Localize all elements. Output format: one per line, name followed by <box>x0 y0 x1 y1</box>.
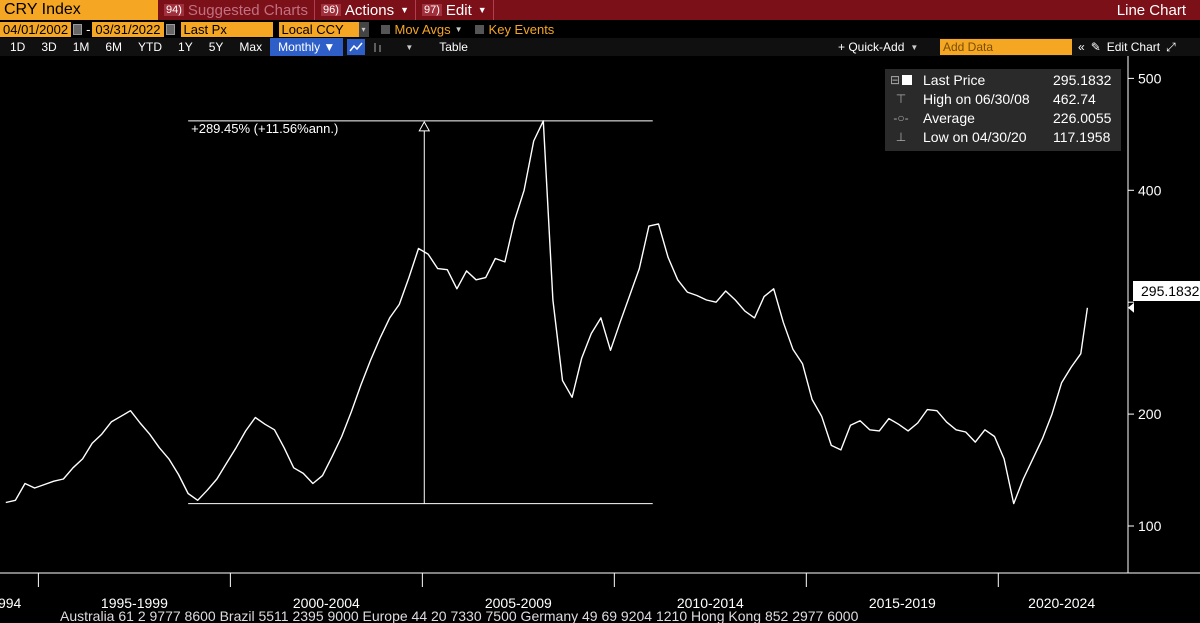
end-date-field[interactable]: 03/31/2022 <box>92 21 164 37</box>
edit-chart-button[interactable]: Edit Chart <box>1107 40 1160 54</box>
period-1m[interactable]: 1M <box>65 38 98 56</box>
period-1d[interactable]: 1D <box>2 38 33 56</box>
mov-avgs-label: Mov Avgs <box>394 21 451 37</box>
legend-low-value: 117.1958 <box>1053 128 1111 145</box>
price-series-line <box>5 120 1089 505</box>
field-select[interactable]: Last Px <box>180 21 273 37</box>
chart-type-title: Line Chart <box>1116 1 1186 19</box>
annotation-arrow-icon <box>418 120 431 132</box>
legend-average-icon: -○- <box>893 110 909 125</box>
last-price-tag: 295.1832 <box>1133 281 1200 301</box>
line-chart-icon[interactable] <box>347 39 366 55</box>
start-calendar-icon[interactable] <box>73 23 83 35</box>
mov-avgs-checkbox[interactable] <box>380 24 390 34</box>
period-1y[interactable]: 1Y <box>170 38 201 56</box>
table-button[interactable]: Table <box>431 38 476 56</box>
chart-style-caret-icon[interactable]: ▼ <box>405 43 413 52</box>
period-max[interactable]: Max <box>231 38 270 56</box>
legend-average-value: 226.0055 <box>1053 109 1112 126</box>
ticker-field[interactable]: CRY Index <box>0 0 158 20</box>
quick-add-caret-icon: ▼ <box>910 42 919 52</box>
y-tick-label-400: 400 <box>1138 182 1162 198</box>
currency-select[interactable]: Local CCY <box>278 21 359 37</box>
date-separator: - <box>86 21 91 37</box>
y-tick-label-200: 200 <box>1138 406 1162 422</box>
period-ytd[interactable]: YTD <box>130 38 170 56</box>
mov-avgs-caret-icon[interactable]: ▼ <box>455 25 463 34</box>
legend-last-price-value: 295.1832 <box>1053 71 1112 88</box>
end-calendar-icon[interactable] <box>165 23 175 35</box>
x-tick-label-0: 1994 <box>0 595 22 611</box>
legend-low-icon: ⊥ <box>895 129 907 144</box>
quick-add-label: + Quick-Add <box>838 40 905 54</box>
period-5y[interactable]: 5Y <box>201 38 232 56</box>
frequency-select[interactable]: Monthly ▼ <box>270 38 344 56</box>
annotation-label: +289.45% (+11.56%ann.) <box>191 121 338 136</box>
bar-chart-icon[interactable] <box>369 39 387 55</box>
legend-row-high: ⊤ High on 06/30/08 462.74 <box>885 89 1121 108</box>
legend-last-price-icon: ⊟ <box>885 73 917 87</box>
currency-dropdown-icon[interactable]: ▾ <box>358 21 369 37</box>
actions-label: Actions <box>344 1 395 19</box>
legend-row-low: ⊥ Low on 04/30/20 117.1958 <box>885 127 1121 146</box>
legend-row-average: -○- Average 226.0055 <box>885 108 1121 127</box>
legend-low-label: Low on 04/30/20 <box>923 128 1027 145</box>
key-events-checkbox[interactable] <box>474 24 484 34</box>
actions-number: 96) <box>320 4 341 16</box>
last-price-arrow <box>1128 302 1134 313</box>
actions-menu-button[interactable]: 96) Actions ▼ <box>315 0 417 20</box>
legend-average-label: Average <box>923 109 975 126</box>
actions-caret-icon: ▼ <box>400 5 410 15</box>
period-3d[interactable]: 3D <box>33 38 64 56</box>
legend-box: ⊟ Last Price 295.1832 ⊤ High on 06/30/08… <box>885 69 1121 151</box>
start-date-field[interactable]: 04/01/2002 <box>0 21 72 37</box>
legend-high-value: 462.74 <box>1053 90 1096 107</box>
legend-row-last: ⊟ Last Price 295.1832 <box>885 70 1121 89</box>
y-tick-label-500: 500 <box>1138 70 1162 86</box>
suggested-charts-number: 94) <box>164 4 184 16</box>
line-chart[interactable]: 10020040050019941995-19992000-20042005-2… <box>0 56 1200 621</box>
collapse-icon[interactable]: « <box>1078 40 1085 54</box>
edit-caret-icon: ▼ <box>477 5 487 15</box>
quick-add-button[interactable]: + Quick-Add ▼ <box>838 38 918 56</box>
add-data-input[interactable]: Add Data <box>940 39 1072 55</box>
key-events-label: Key Events <box>488 21 555 37</box>
y-tick-label-100: 100 <box>1138 518 1162 534</box>
suggested-charts-label: Suggested Charts <box>187 1 308 19</box>
edit-label: Edit <box>445 1 472 19</box>
expand-icon[interactable]: ⤢ <box>1166 40 1176 55</box>
period-toolbar: 1D 3D 1M 6M YTD 1Y 5Y Max Monthly ▼ ▼ Ta… <box>0 38 1200 56</box>
legend-high-label: High on 06/30/08 <box>923 90 1030 107</box>
edit-number: 97) <box>422 4 442 16</box>
edit-menu-button[interactable]: 97) Edit ▼ <box>416 0 494 20</box>
date-controls-bar: 04/01/2002 - 03/31/2022 Last Px Local CC… <box>0 20 1200 38</box>
period-6m[interactable]: 6M <box>97 38 130 56</box>
legend-high-icon: ⊤ <box>895 91 907 106</box>
pencil-icon[interactable]: ✎ <box>1091 40 1101 54</box>
top-toolbar: CRY Index 94) Suggested Charts 96) Actio… <box>0 0 1200 20</box>
legend-last-price-label: Last Price <box>923 71 986 88</box>
edit-chart-controls: « ✎ Edit Chart ⤢ <box>1078 38 1176 56</box>
suggested-charts-button[interactable]: 94) Suggested Charts <box>158 0 315 20</box>
